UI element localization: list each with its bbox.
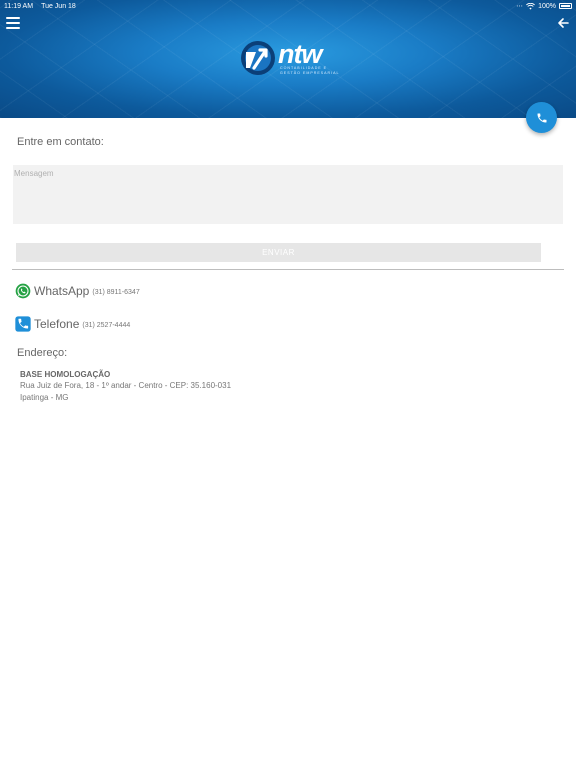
battery-icon [559,3,572,9]
telefone-label: Telefone [34,317,80,331]
whatsapp-contact-row[interactable]: WhatsApp (31) 8911-6347 [15,283,140,299]
message-input[interactable] [13,165,563,224]
whatsapp-number: (31) 8911-6347 [92,288,140,296]
contact-form-title: Entre em contato: [17,136,104,148]
logo-tagline-2: GESTÃO EMPRESARIAL [280,71,340,75]
company-logo: ntw CONTABILIDADE E GESTÃO EMPRESARIAL [240,40,340,76]
logo-wordmark: ntw [278,39,322,69]
address-name: BASE HOMOLOGAÇÃO [20,370,111,379]
address-line-1: Rua Juiz de Fora, 18 - 1º andar - Centro… [20,381,232,390]
address-line-2: Ipatinga - MG [20,393,69,402]
call-fab-button[interactable] [526,102,557,133]
telefone-number: (31) 2527-4444 [82,321,131,329]
whatsapp-label: WhatsApp [34,284,90,298]
logo-tagline-1: CONTABILIDADE E [280,66,328,70]
phone-square-icon [15,316,31,332]
status-date: Tue Jun 18 [41,2,76,10]
section-divider [12,269,564,270]
address-title: Endereço: [17,347,68,359]
logo-mark-icon [241,41,275,75]
status-right: ⋯ 100% [516,2,572,10]
arrow-left-icon[interactable] [556,16,570,30]
header-banner: 11:19 AM Tue Jun 18 ⋯ 100% ntw CONTABILI… [0,0,576,118]
status-time: 11:19 AM [4,2,34,10]
send-button[interactable]: ENVIAR [16,243,541,262]
phone-icon [537,113,546,122]
hamburger-icon[interactable] [6,17,20,29]
wifi-icon [526,2,536,10]
signal-icon: ⋯ [516,3,524,10]
telefone-contact-row[interactable]: Telefone (31) 2527-4444 [15,316,130,332]
battery-percent: 100% [538,2,556,10]
whatsapp-icon [15,283,31,299]
status-bar: 11:19 AM Tue Jun 18 ⋯ 100% [0,0,576,12]
